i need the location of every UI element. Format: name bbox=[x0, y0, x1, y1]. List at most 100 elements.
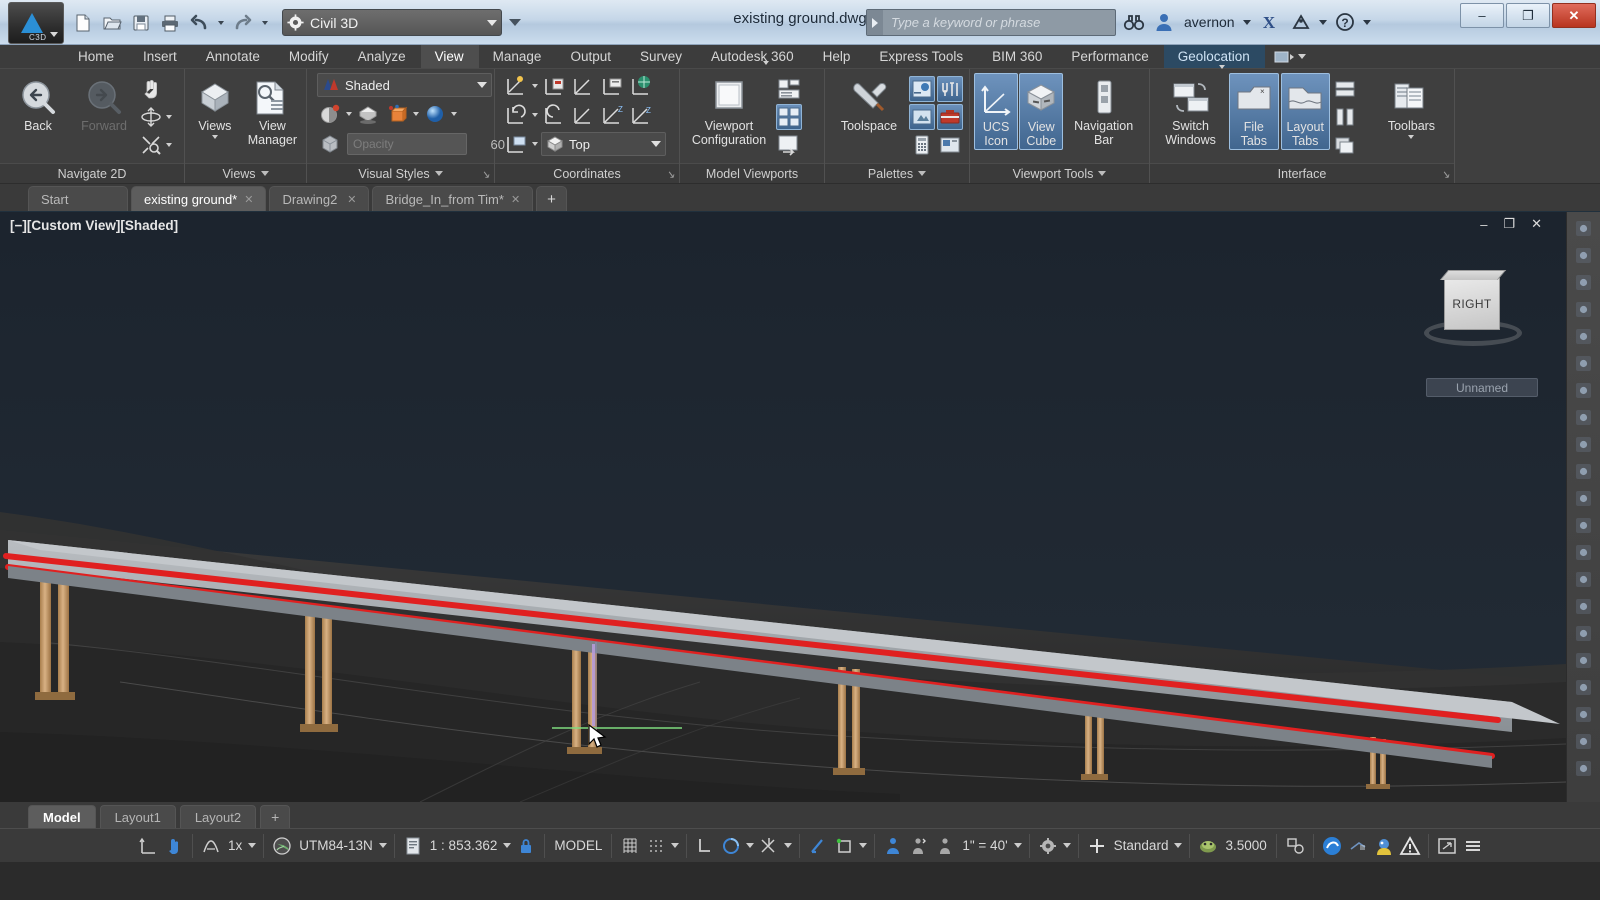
ucs-named-manager-icon[interactable] bbox=[599, 73, 625, 99]
[interactable]: View bbox=[420, 45, 479, 68]
ucs-display-dropdown-icon[interactable] bbox=[532, 142, 538, 146]
ribbon-overflow-controls[interactable] bbox=[1273, 45, 1306, 68]
ucs-previous-icon[interactable] bbox=[541, 102, 567, 128]
restore-button[interactable]: ❐ bbox=[1506, 3, 1550, 28]
xray-mode-icon[interactable] bbox=[317, 131, 343, 157]
file-tab-close-icon[interactable]: ✕ bbox=[347, 193, 356, 206]
ortho-mode-icon[interactable] bbox=[694, 835, 716, 857]
annotation-scale-person-icon[interactable] bbox=[934, 835, 956, 857]
chevron-down-icon[interactable] bbox=[503, 843, 512, 848]
ucs-rotate-dropdown-icon[interactable] bbox=[532, 113, 538, 117]
green-node-icon[interactable] bbox=[1571, 621, 1597, 646]
shadow-display-icon[interactable] bbox=[355, 101, 381, 127]
[interactable]: Analyze bbox=[344, 45, 421, 68]
file-tab-close-icon[interactable]: ✕ bbox=[511, 193, 520, 206]
tile-vertically-icon[interactable] bbox=[1332, 104, 1358, 130]
search-box[interactable] bbox=[866, 9, 1116, 36]
status-units-group[interactable] bbox=[1277, 833, 1314, 858]
ucs-origin-icon[interactable] bbox=[570, 73, 596, 99]
chevron-down-icon[interactable] bbox=[260, 171, 269, 176]
viewport-config-dropdown-icon[interactable] bbox=[763, 61, 769, 65]
visual-style-face-color-icon[interactable] bbox=[317, 101, 343, 127]
face-color-dropdown-icon[interactable] bbox=[346, 112, 352, 116]
[interactable]: Performance bbox=[1057, 45, 1163, 68]
tool-palettes-icon[interactable] bbox=[937, 76, 963, 102]
new-layout-button[interactable]: + bbox=[260, 805, 291, 828]
selection-cycling-icon[interactable] bbox=[882, 835, 904, 857]
unit-format-icon[interactable] bbox=[1284, 835, 1306, 857]
chevron-down-icon[interactable] bbox=[248, 843, 257, 848]
restore-viewports-icon[interactable] bbox=[776, 132, 802, 158]
pan-icon[interactable] bbox=[138, 76, 164, 102]
opacity-input[interactable]: Opacity bbox=[347, 133, 467, 155]
[interactable]: Manage bbox=[479, 45, 557, 68]
help-menu-chevron-icon[interactable] bbox=[1362, 19, 1371, 25]
performance-macro-icon[interactable] bbox=[1373, 835, 1395, 857]
panel-dialog-launcher-icon[interactable]: ↘ bbox=[666, 168, 675, 181]
lighting-dropdown-icon[interactable] bbox=[451, 112, 457, 116]
node-a-icon[interactable] bbox=[1571, 432, 1597, 457]
properties-palette-icon[interactable] bbox=[909, 76, 935, 102]
customization-icon[interactable] bbox=[1462, 835, 1484, 857]
new-file-tab-button[interactable]: + bbox=[536, 186, 567, 211]
object-snap-icon[interactable] bbox=[758, 835, 780, 857]
status-workspace-group[interactable] bbox=[1030, 833, 1079, 858]
table-icon[interactable] bbox=[1571, 324, 1597, 349]
[interactable]: BIM 360 bbox=[978, 45, 1057, 68]
annotation-visibility-icon[interactable] bbox=[200, 835, 222, 857]
measure-icon[interactable] bbox=[1571, 675, 1597, 700]
text-style-dropdown-icon[interactable] bbox=[1174, 843, 1183, 848]
zoom-dropdown-icon[interactable] bbox=[166, 143, 172, 147]
snap-dropdown-icon[interactable] bbox=[671, 843, 680, 848]
[interactable]: Annotate bbox=[192, 45, 275, 68]
edge-dropdown-icon[interactable] bbox=[413, 112, 419, 116]
points-icon[interactable] bbox=[1571, 297, 1597, 322]
[interactable]: Autodesk 360 bbox=[697, 45, 809, 68]
clean-screen-icon[interactable] bbox=[1436, 835, 1458, 857]
layout-tab-model[interactable]: Model bbox=[28, 805, 96, 828]
status-coordinate-system-group[interactable]: UTM84-13N bbox=[264, 833, 395, 858]
polar-tracking-icon[interactable] bbox=[720, 835, 742, 857]
sheet-set-manager-icon[interactable] bbox=[909, 104, 935, 130]
file-tab-drawing2[interactable]: Drawing2 ✕ bbox=[269, 186, 370, 211]
orbit-dropdown-icon[interactable] bbox=[166, 115, 172, 119]
status-text-style-group[interactable]: Standard bbox=[1079, 833, 1191, 858]
pointer-icon[interactable] bbox=[1571, 216, 1597, 241]
calculator-icon[interactable] bbox=[909, 132, 935, 158]
toolbars-button[interactable]: Toolbars bbox=[1375, 73, 1448, 140]
isolate-objects-icon[interactable] bbox=[163, 835, 185, 857]
views-dropdown-icon[interactable] bbox=[211, 135, 218, 140]
orbit-icon[interactable] bbox=[138, 104, 164, 130]
ucs-icon-button[interactable]: UCS Icon bbox=[974, 73, 1019, 150]
ucs-geographic-icon[interactable] bbox=[628, 73, 654, 99]
file-tab-bridge-in-from-tim[interactable]: Bridge_In_from Tim* ✕ bbox=[372, 186, 534, 211]
profile-icon[interactable] bbox=[1571, 702, 1597, 727]
layout-tab-layout1[interactable]: Layout1 bbox=[99, 805, 176, 828]
search-binoculars-icon[interactable] bbox=[1120, 8, 1148, 36]
[interactable]: Insert bbox=[129, 45, 192, 68]
view-cube-button[interactable]: View Cube bbox=[1019, 73, 1064, 150]
workspace-dropdown-icon[interactable] bbox=[1062, 843, 1071, 848]
ucs-display-icon[interactable] bbox=[503, 131, 529, 157]
switch-windows-button[interactable]: Switch Windows bbox=[1154, 65, 1227, 148]
drawing-area[interactable]: [−][Custom View][Shaded] – ❐ ✕ RIGHT Unn… bbox=[0, 212, 1600, 802]
external-references-icon[interactable] bbox=[937, 132, 963, 158]
ucs-x-icon[interactable] bbox=[570, 102, 596, 128]
earth-icon[interactable] bbox=[1571, 378, 1597, 403]
node-icon[interactable] bbox=[1571, 405, 1597, 430]
view-cube-widget[interactable]: RIGHT bbox=[1418, 272, 1528, 372]
chevron-down-icon[interactable] bbox=[1098, 171, 1107, 176]
polar-dropdown-icon[interactable] bbox=[746, 843, 755, 848]
ucs-dropdown-icon[interactable] bbox=[532, 84, 538, 88]
minimize-button[interactable]: – bbox=[1460, 3, 1504, 28]
orange-node-icon[interactable] bbox=[1571, 594, 1597, 619]
navigation-bar-button[interactable]: Navigation Bar bbox=[1064, 73, 1143, 148]
grid-node-icon[interactable] bbox=[1571, 648, 1597, 673]
chevron-down-icon[interactable] bbox=[434, 171, 443, 176]
star-node-2-icon[interactable] bbox=[1571, 486, 1597, 511]
lock-icon[interactable] bbox=[515, 835, 537, 857]
cascade-windows-icon[interactable] bbox=[1332, 132, 1358, 158]
ucs-rotate-icon[interactable] bbox=[503, 102, 529, 128]
zoom-extents-icon[interactable] bbox=[138, 132, 164, 158]
xyz-icon[interactable] bbox=[1571, 756, 1597, 781]
